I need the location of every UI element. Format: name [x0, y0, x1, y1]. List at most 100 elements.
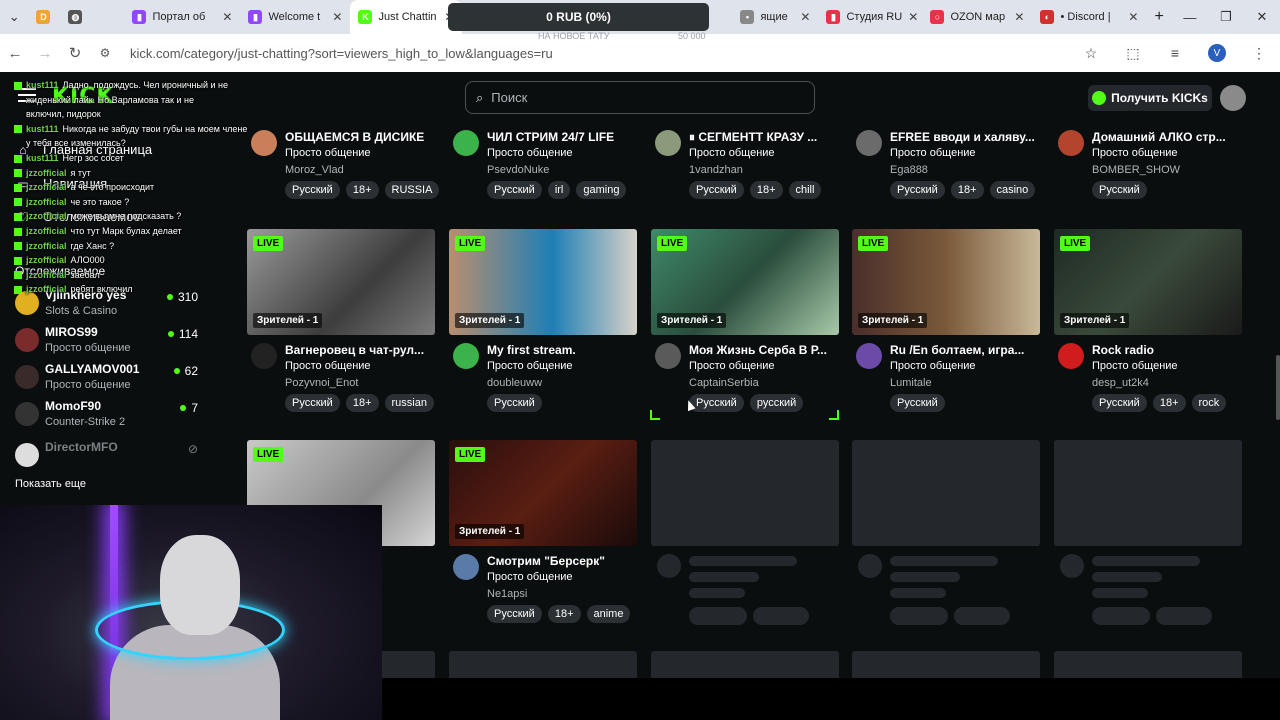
following-item[interactable]: DirectorMFO ⊘: [15, 440, 200, 476]
stream-tag[interactable]: russian: [384, 394, 434, 412]
channel-avatar[interactable]: [1058, 130, 1084, 156]
stream-tag[interactable]: RUSSIA: [384, 181, 440, 199]
stream-tag[interactable]: gaming: [576, 181, 627, 199]
stream-tag[interactable]: русский: [749, 394, 804, 412]
stream-card[interactable]: LIVE Зрителей - 1 Смотрим "Берсерк" Просто …: [449, 440, 639, 630]
stream-thumbnail[interactable]: LIVE Зрителей - 1: [449, 229, 637, 335]
stream-tag[interactable]: Русский: [890, 394, 945, 412]
menu-icon[interactable]: ⋮: [1238, 34, 1280, 72]
stream-tag[interactable]: anime: [586, 605, 631, 623]
channel-avatar[interactable]: [856, 130, 882, 156]
stream-tag[interactable]: chill: [788, 181, 822, 199]
tab-close-icon[interactable]: ✕: [326, 10, 342, 24]
kick-logo[interactable]: KICK: [52, 84, 114, 109]
site-info-icon[interactable]: ⚙: [90, 34, 120, 72]
streamer-name[interactable]: Lumitale: [890, 377, 932, 389]
stream-tag[interactable]: 18+: [950, 181, 984, 199]
stream-tag[interactable]: casino: [989, 181, 1036, 199]
new-tab-icon[interactable]: +: [1146, 0, 1171, 34]
stream-title[interactable]: Вагнеровец в чат-рул...: [285, 343, 435, 357]
stream-tag[interactable]: Русский: [487, 394, 542, 412]
streamer-name[interactable]: doubleuww: [487, 377, 542, 389]
stream-tag[interactable]: 18+: [345, 181, 379, 199]
stream-title[interactable]: ⏸ СЕГМЕНТТ КРАЗУ ...: [689, 130, 839, 145]
channel-avatar[interactable]: [1058, 343, 1084, 369]
stream-title[interactable]: Смотрим "Берсерк": [487, 554, 637, 568]
stream-card[interactable]: LIVE Зрителей - 1 Ru /En болтаем, игра... П…: [852, 229, 1042, 419]
url-field[interactable]: kick.com/category/just-chatting?sort=vie…: [130, 39, 1070, 67]
streamer-name[interactable]: CaptainSerbia: [689, 377, 759, 389]
browser-tab[interactable]: ○ OZON мар ✕: [922, 0, 1032, 34]
stream-tag[interactable]: Русский: [1092, 181, 1147, 199]
browser-tab[interactable]: ▮ Портал об ✕: [124, 0, 240, 34]
profile-avatar[interactable]: V: [1196, 34, 1238, 72]
get-kicks-button[interactable]: Получить KICKs: [1088, 85, 1212, 111]
stream-tag[interactable]: Русский: [890, 181, 945, 199]
forward-icon[interactable]: →: [30, 34, 60, 72]
stream-category[interactable]: Просто общение: [285, 360, 371, 372]
stream-title[interactable]: Ru /En болтаем, игра...: [890, 343, 1040, 357]
tab-close-icon[interactable]: ✕: [1008, 10, 1024, 24]
streamer-name[interactable]: desp_ut2k4: [1092, 377, 1149, 389]
stream-tag[interactable]: rock: [1191, 394, 1227, 412]
stream-category[interactable]: Просто общение: [689, 147, 775, 159]
stream-thumbnail[interactable]: LIVE Зрителей - 1: [1054, 229, 1242, 335]
sidebar-following[interactable]: ♡ Отслеживаемое: [16, 209, 141, 224]
channel-avatar[interactable]: [856, 343, 882, 369]
stream-title[interactable]: Моя Жизнь Серба В Р...: [689, 343, 839, 357]
stream-card[interactable]: LIVE Зрителей - 1 My first stream. Просто о…: [449, 229, 639, 419]
stream-tag[interactable]: Русский: [1092, 394, 1147, 412]
tab-close-icon[interactable]: ✕: [1122, 10, 1138, 24]
following-item[interactable]: Vjlinkhero yes Slots & Casino 310: [15, 288, 200, 324]
streamer-name[interactable]: Pozyvnoi_Enot: [285, 377, 358, 389]
streamer-name[interactable]: PsevdoNuke: [487, 164, 549, 176]
stream-category[interactable]: Просто общение: [1092, 147, 1178, 159]
scrollbar[interactable]: [1276, 355, 1280, 420]
stream-tag[interactable]: 18+: [345, 394, 379, 412]
channel-avatar[interactable]: [655, 130, 681, 156]
stream-thumbnail[interactable]: LIVE Зрителей - 1: [651, 229, 839, 335]
maximize-icon[interactable]: ❐: [1208, 0, 1244, 34]
user-avatar[interactable]: [1220, 85, 1246, 111]
bookmark-star-icon[interactable]: ☆: [1070, 34, 1112, 72]
stream-tag[interactable]: Русский: [487, 605, 542, 623]
channel-avatar[interactable]: [453, 343, 479, 369]
channel-avatar[interactable]: [655, 343, 681, 369]
channel-avatar[interactable]: [453, 554, 479, 580]
stream-category[interactable]: Просто общение: [487, 360, 573, 372]
following-item[interactable]: MomoF90 Counter-Strike 2 7: [15, 399, 200, 435]
stream-title[interactable]: Rock radio: [1092, 343, 1242, 357]
stream-card[interactable]: LIVE Зрителей - 1 Моя Жизнь Серба В Р... Пр…: [651, 229, 841, 419]
stream-card[interactable]: LIVE Зрителей - 1 Вагнеровец в чат-рул... П…: [247, 229, 437, 419]
close-window-icon[interactable]: ✕: [1244, 0, 1280, 34]
tab-close-icon[interactable]: ✕: [794, 10, 810, 24]
back-icon[interactable]: ←: [0, 34, 30, 72]
tab-search-icon[interactable]: ⌄: [0, 0, 28, 34]
browser-tab[interactable]: ▮ Студия RU ✕: [818, 0, 922, 34]
stream-thumbnail[interactable]: LIVE Зрителей - 1: [247, 229, 435, 335]
stream-title[interactable]: Домашний АЛКО стр...: [1092, 130, 1242, 144]
stream-category[interactable]: Просто общение: [487, 147, 573, 159]
stream-title[interactable]: ОБЩАЕМСЯ В ДИСИКЕ: [285, 130, 435, 144]
stream-tag[interactable]: Русский: [689, 181, 744, 199]
stream-card[interactable]: LIVE Зрителей - 1 Rock radio Просто общение…: [1054, 229, 1244, 419]
channel-avatar[interactable]: [251, 130, 277, 156]
media-control-icon[interactable]: ≡: [1154, 34, 1196, 72]
stream-category[interactable]: Просто общение: [890, 147, 976, 159]
streamer-name[interactable]: BOMBER_SHOW: [1092, 164, 1180, 176]
browser-tab[interactable]: ◐ • Discord | ✕: [1032, 0, 1146, 34]
stream-category[interactable]: Просто общение: [890, 360, 976, 372]
stream-tag[interactable]: 18+: [1152, 394, 1186, 412]
stream-title[interactable]: My first stream.: [487, 343, 637, 357]
stream-tag[interactable]: Русский: [285, 181, 340, 199]
tab-close-icon[interactable]: ✕: [902, 10, 918, 24]
search-input[interactable]: ⌕ Поиск: [465, 81, 815, 114]
show-more-link[interactable]: Показать еще: [15, 478, 86, 490]
extensions-icon[interactable]: ⬚: [1112, 34, 1154, 72]
streamer-name[interactable]: 1vandzhan: [689, 164, 743, 176]
stream-title[interactable]: EFREE вводи и халяву...: [890, 130, 1040, 144]
sidebar-browse[interactable]: ▭ Навигация: [16, 176, 107, 191]
stream-tag[interactable]: 18+: [749, 181, 783, 199]
stream-tag[interactable]: Русский: [285, 394, 340, 412]
hamburger-menu-icon[interactable]: [18, 88, 36, 102]
